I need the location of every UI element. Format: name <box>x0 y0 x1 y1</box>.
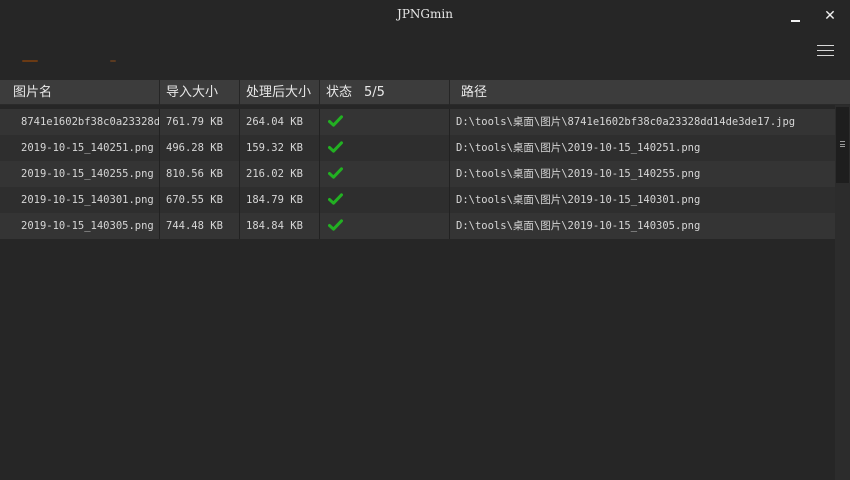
window-title: JPNGmin <box>397 7 453 21</box>
file-name: 8741e1602bf38c0a23328dd14de3de17.jpg <box>0 109 160 135</box>
input-size: 810.56 KB <box>160 161 240 187</box>
table-row[interactable]: 2019-10-15_140301.png 670.55 KB 184.79 KB D… <box>0 187 835 213</box>
close-icon: ✕ <box>824 8 836 24</box>
column-header-output-size[interactable]: 处理后大小 <box>240 80 320 105</box>
table-row[interactable]: 2019-10-15_140255.png 810.56 KB 216.02 KB D… <box>0 161 835 187</box>
input-size: 744.48 KB <box>160 213 240 239</box>
file-path: D:\tools\桌面\图片\2019-10-15_140255.png <box>456 168 701 180</box>
logo-mark-right <box>110 60 116 62</box>
table-header: 图片名 导入大小 处理后大小 状态 5/5 路径 <box>0 80 850 105</box>
file-table-body: 8741e1602bf38c0a23328dd14de3de17.jpg761.… <box>0 109 835 239</box>
column-header-name[interactable]: 图片名 <box>0 80 160 105</box>
check-icon <box>328 166 343 179</box>
title-bar: JPNGmin ✕ <box>0 0 850 32</box>
table-row[interactable]: 8741e1602bf38c0a23328dd14de3de17.jpg761.… <box>0 109 835 135</box>
check-icon <box>328 192 343 205</box>
file-name: 2019-10-15_140251.png <box>0 135 160 161</box>
status-cell <box>320 161 450 187</box>
logo-mark-left <box>22 60 38 62</box>
status-count: 5/5 <box>364 85 385 100</box>
status-cell <box>320 135 450 161</box>
status-label: 状态 <box>326 85 353 100</box>
output-size: 216.02 KB <box>240 161 320 187</box>
column-header-status[interactable]: 状态 5/5 <box>320 80 450 105</box>
status-cell <box>320 187 450 213</box>
file-name: 2019-10-15_140305.png <box>0 213 160 239</box>
status-cell <box>320 109 450 135</box>
scrollbar-grip-icon <box>840 141 845 147</box>
hamburger-menu-icon <box>817 45 834 46</box>
output-size: 184.79 KB <box>240 187 320 213</box>
table-row[interactable]: 2019-10-15_140251.png 496.28 KB 159.32 KB D… <box>0 135 835 161</box>
input-size: 670.55 KB <box>160 187 240 213</box>
output-size: 159.32 KB <box>240 135 320 161</box>
file-path: D:\tools\桌面\图片\2019-10-15_140251.png <box>456 142 701 154</box>
minimize-icon <box>790 19 800 22</box>
check-icon <box>328 114 343 127</box>
column-header-path[interactable]: 路径 <box>450 80 835 105</box>
minimize-button[interactable] <box>784 6 806 26</box>
file-name: 2019-10-15_140301.png <box>0 187 160 213</box>
app-logo <box>22 58 132 62</box>
column-header-input-size[interactable]: 导入大小 <box>160 80 240 105</box>
menu-button[interactable] <box>816 44 836 58</box>
input-size: 761.79 KB <box>160 109 240 135</box>
input-size: 496.28 KB <box>160 135 240 161</box>
check-icon <box>328 218 343 231</box>
output-size: 184.84 KB <box>240 213 320 239</box>
file-path: D:\tools\桌面\图片\8741e1602bf38c0a23328dd14… <box>456 116 796 128</box>
close-button[interactable]: ✕ <box>819 6 841 26</box>
vertical-scrollbar[interactable] <box>835 105 850 480</box>
scrollbar-thumb[interactable] <box>836 107 849 183</box>
file-path: D:\tools\桌面\图片\2019-10-15_140301.png <box>456 194 701 206</box>
file-name: 2019-10-15_140255.png <box>0 161 160 187</box>
output-size: 264.04 KB <box>240 109 320 135</box>
table-row[interactable]: 2019-10-15_140305.png 744.48 KB 184.84 KB D… <box>0 213 835 239</box>
file-path: D:\tools\桌面\图片\2019-10-15_140305.png <box>456 220 701 232</box>
check-icon <box>328 140 343 153</box>
status-cell <box>320 213 450 239</box>
